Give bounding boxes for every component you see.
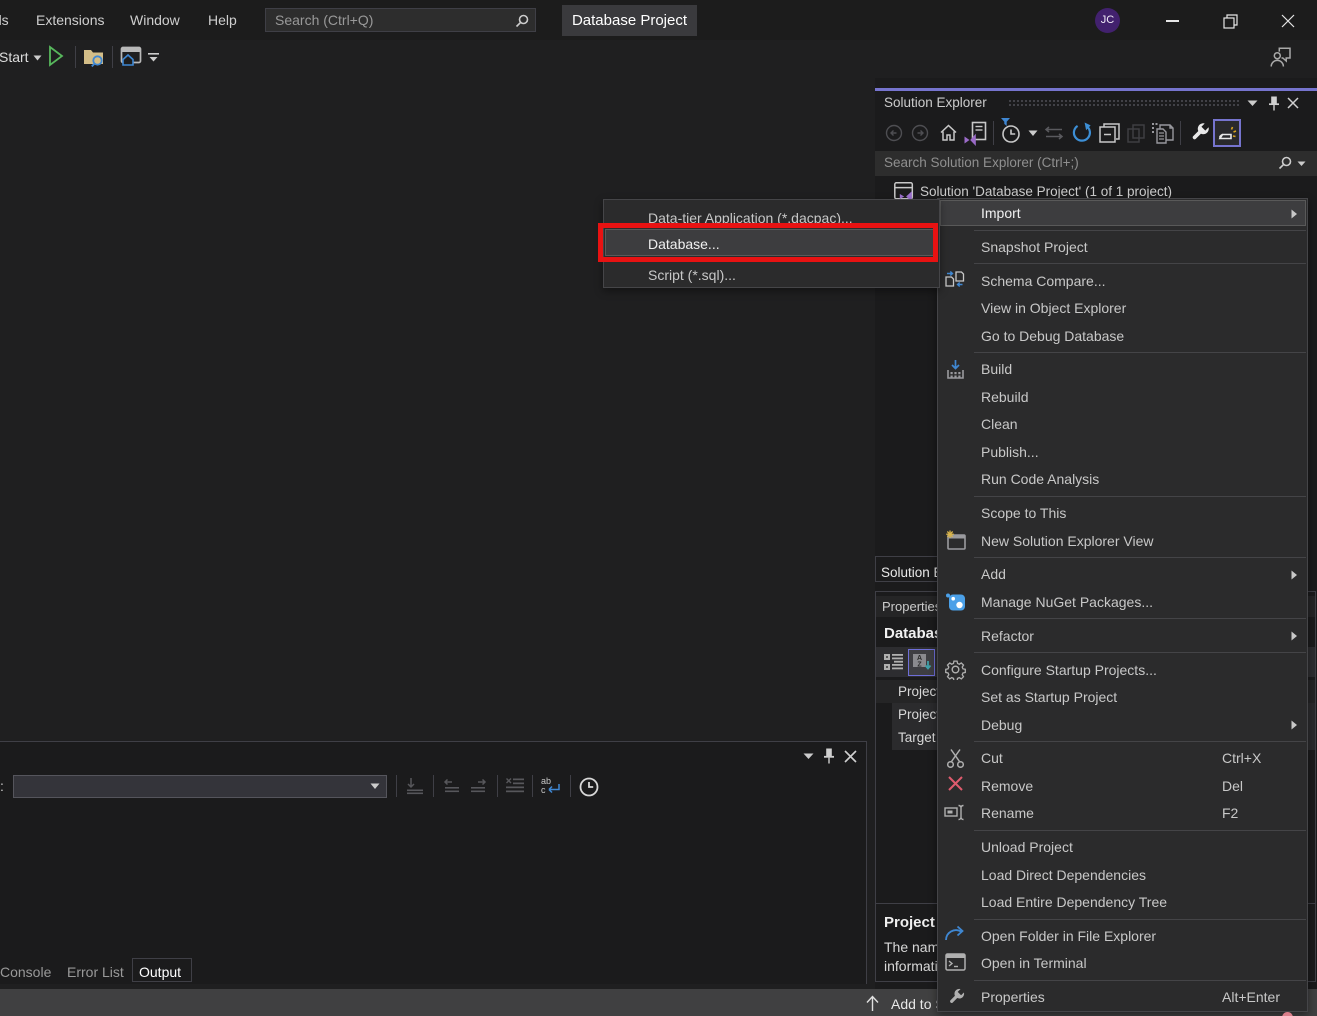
svg-text:c: c <box>541 785 546 795</box>
svg-text:Z: Z <box>917 662 922 669</box>
